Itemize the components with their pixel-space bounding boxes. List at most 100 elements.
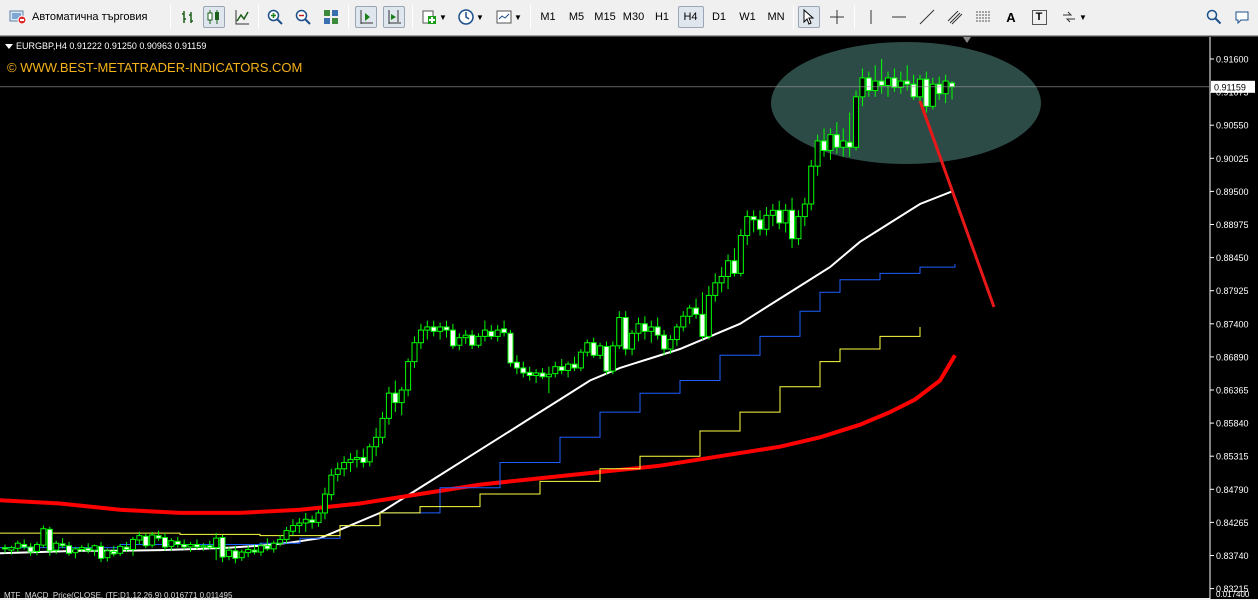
timeframe-m5-button[interactable]: M5 bbox=[564, 6, 590, 28]
templates-button[interactable]: ▼ bbox=[493, 6, 525, 28]
highlight-ellipse bbox=[771, 42, 1041, 164]
auto-scroll-button[interactable] bbox=[355, 6, 377, 28]
chart-shift-icon bbox=[388, 10, 401, 24]
text-label-button[interactable]: A bbox=[1000, 6, 1022, 28]
timeframe-m1-button[interactable]: M1 bbox=[535, 6, 561, 28]
bear-candle bbox=[181, 543, 188, 548]
timeframe-h1-button[interactable]: H1 bbox=[649, 6, 675, 28]
bear-candle bbox=[21, 543, 28, 548]
bull-candle bbox=[411, 342, 418, 363]
bear-candle bbox=[949, 82, 955, 88]
bear-candle bbox=[910, 83, 917, 98]
bull-candle bbox=[257, 545, 264, 553]
text-box-button[interactable]: T bbox=[1028, 6, 1050, 28]
bear-candle bbox=[776, 209, 783, 224]
bull-candle bbox=[398, 389, 405, 404]
price-chart[interactable]: 0.916000.910750.905500.900250.895000.889… bbox=[0, 37, 1258, 599]
tile-windows-icon bbox=[324, 10, 338, 24]
trendline-button[interactable] bbox=[916, 6, 938, 28]
bear-candle bbox=[520, 367, 527, 374]
bull-candle bbox=[40, 528, 47, 546]
bear-candle bbox=[488, 330, 495, 337]
bull-candle bbox=[705, 294, 712, 337]
bear-candle bbox=[507, 332, 514, 364]
bull-candle bbox=[315, 512, 322, 523]
vertical-line-icon bbox=[870, 10, 872, 24]
bull-candle bbox=[72, 548, 79, 554]
candlestick-icon bbox=[207, 10, 219, 24]
bull-candle bbox=[533, 372, 540, 376]
bull-candle bbox=[334, 468, 341, 475]
periods-button[interactable]: ▼ bbox=[455, 6, 487, 28]
chart-shift-button[interactable] bbox=[383, 6, 405, 28]
bull-candle bbox=[814, 140, 821, 167]
horizontal-line-button[interactable] bbox=[888, 6, 910, 28]
bull-candle bbox=[238, 551, 245, 559]
ma-slow-line bbox=[0, 354, 957, 515]
bear-candle bbox=[264, 545, 271, 550]
collapse-icon[interactable] bbox=[5, 44, 13, 49]
zoom-in-button[interactable] bbox=[264, 6, 286, 28]
crosshair-button[interactable] bbox=[826, 6, 848, 28]
toolbar-separator bbox=[854, 5, 855, 29]
bear-candle bbox=[85, 547, 92, 552]
bull-candle bbox=[801, 203, 808, 218]
vertical-line-button[interactable] bbox=[860, 6, 882, 28]
line-chart-button[interactable] bbox=[231, 6, 253, 28]
timeframe-m30-button[interactable]: M30 bbox=[621, 6, 647, 28]
timeframe-h4-button[interactable]: H4 bbox=[677, 6, 704, 28]
bull-candle bbox=[277, 538, 284, 544]
bull-candle bbox=[673, 326, 680, 341]
timeframe-m15-button[interactable]: M15 bbox=[592, 6, 618, 28]
bull-candle bbox=[917, 78, 924, 98]
bull-candle bbox=[577, 351, 584, 369]
price-label: 0.84790 bbox=[1216, 485, 1249, 495]
autotrading-button[interactable]: Автоматична търговия bbox=[4, 6, 162, 28]
search-button[interactable] bbox=[1203, 6, 1225, 28]
bull-candle bbox=[424, 326, 431, 331]
watermark-text: © WWW.BEST-METATRADER-INDICATORS.COM bbox=[7, 60, 303, 75]
bull-candle bbox=[648, 326, 655, 332]
bar-chart-button[interactable] bbox=[177, 6, 199, 28]
price-label: 0.90550 bbox=[1216, 121, 1249, 131]
bull-candle bbox=[712, 282, 719, 296]
bull-candle bbox=[456, 337, 463, 346]
bull-candle bbox=[552, 366, 559, 375]
candlestick-button[interactable] bbox=[203, 6, 225, 28]
chart-shift-marker[interactable] bbox=[963, 37, 971, 43]
bear-candle bbox=[622, 316, 629, 350]
bull-candle bbox=[929, 83, 936, 107]
bull-candle bbox=[942, 80, 949, 95]
equidistant-channel-button[interactable] bbox=[944, 6, 966, 28]
bull-candle bbox=[33, 543, 40, 552]
indicators-button[interactable]: ▼ bbox=[418, 6, 450, 28]
bull-candle bbox=[321, 493, 328, 514]
timeframe-d1-button[interactable]: D1 bbox=[706, 6, 732, 28]
bull-candle bbox=[289, 525, 296, 532]
bull-candle bbox=[565, 363, 572, 371]
chart-window[interactable]: 0.916000.910750.905500.900250.895000.889… bbox=[0, 36, 1258, 600]
arrows-button[interactable]: ▼ bbox=[1058, 6, 1090, 28]
chat-button[interactable] bbox=[1231, 6, 1253, 28]
bear-candle bbox=[878, 80, 885, 86]
bull-candle bbox=[14, 542, 21, 549]
bull-candle bbox=[373, 436, 380, 448]
toolbar-separator bbox=[530, 5, 531, 29]
bull-candle bbox=[481, 329, 488, 337]
timeframe-w1-button[interactable]: W1 bbox=[735, 6, 761, 28]
tile-windows-button[interactable] bbox=[320, 6, 342, 28]
bear-candle bbox=[661, 334, 668, 350]
crosshair-icon bbox=[830, 10, 844, 24]
timeframe-mn-button[interactable]: MN bbox=[763, 6, 789, 28]
bull-candle bbox=[225, 549, 232, 557]
bear-candle bbox=[923, 78, 930, 107]
current-price-label: 0.91159 bbox=[1214, 82, 1246, 92]
fibonacci-button[interactable] bbox=[972, 6, 994, 28]
zoom-out-button[interactable] bbox=[292, 6, 314, 28]
cursor-button[interactable] bbox=[798, 6, 820, 28]
bull-candle bbox=[885, 77, 892, 86]
bear-candle bbox=[142, 535, 149, 547]
bull-candle bbox=[629, 332, 636, 350]
bull-candle bbox=[328, 474, 335, 496]
bear-candle bbox=[65, 545, 72, 554]
